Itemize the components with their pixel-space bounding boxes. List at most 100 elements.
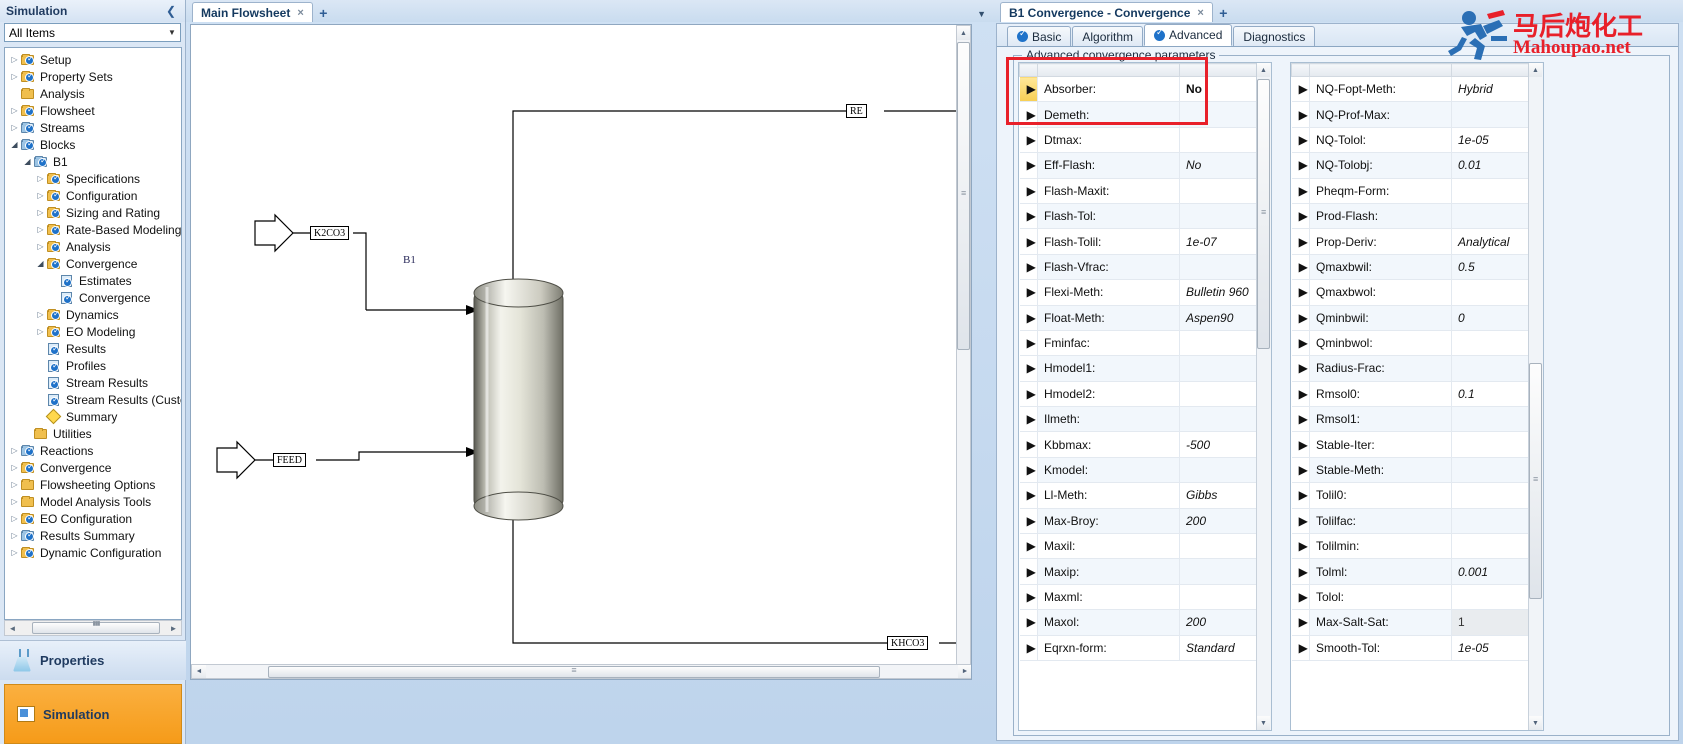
row-selector-icon[interactable]: ▶ bbox=[1019, 482, 1038, 509]
row-selector-icon[interactable]: ▶ bbox=[1291, 330, 1310, 357]
row-selector-icon[interactable]: ▶ bbox=[1291, 279, 1310, 306]
stream-label-khco3[interactable]: KHCO3 bbox=[887, 636, 929, 650]
parameter-value[interactable] bbox=[1451, 431, 1530, 458]
parameter-value[interactable] bbox=[1451, 482, 1530, 509]
chevron-down-icon[interactable]: ▼ bbox=[164, 28, 180, 37]
parameter-value[interactable]: Analytical bbox=[1451, 228, 1530, 255]
stream-label-k2co3[interactable]: K2CO3 bbox=[310, 226, 350, 240]
table-row[interactable]: ▶ Ilmeth: bbox=[1019, 406, 1258, 433]
row-selector-icon[interactable]: ▶ bbox=[1019, 635, 1038, 661]
row-selector-icon[interactable]: ▶ bbox=[1291, 355, 1310, 382]
table-row[interactable]: ▶ Dtmax: bbox=[1019, 127, 1258, 154]
tree-item-configuration[interactable]: ▷ Configuration bbox=[5, 187, 181, 204]
tree-expander-icon[interactable]: ▷ bbox=[35, 310, 46, 319]
right-table-scrollbar[interactable]: ▲ ▼ bbox=[1528, 63, 1543, 730]
parameter-value[interactable] bbox=[1179, 381, 1258, 408]
row-selector-icon[interactable]: ▶ bbox=[1019, 228, 1038, 255]
parameter-value[interactable] bbox=[1451, 457, 1530, 484]
row-selector-icon[interactable]: ▶ bbox=[1019, 609, 1038, 636]
parameter-value[interactable]: -500 bbox=[1179, 431, 1258, 458]
parameter-value[interactable]: 0.01 bbox=[1451, 152, 1530, 179]
tree-item-stream-results-custor[interactable]: Stream Results (Custor bbox=[5, 391, 181, 408]
table-row[interactable]: ▶ Prod-Flash: bbox=[1291, 203, 1530, 230]
parameter-value[interactable]: 1e-05 bbox=[1451, 127, 1530, 154]
tree-item-blocks[interactable]: ◢ Blocks bbox=[5, 136, 181, 153]
table-row[interactable]: ▶ Kbbmax: -500 bbox=[1019, 431, 1258, 458]
parameter-value[interactable] bbox=[1179, 127, 1258, 154]
scroll-down-icon-left-table[interactable]: ▼ bbox=[1257, 716, 1270, 730]
table-row[interactable]: ▶ Fminfac: bbox=[1019, 330, 1258, 357]
table-row[interactable]: ▶ Max-Salt-Sat: 1 bbox=[1291, 609, 1530, 636]
table-row[interactable]: ▶ Maxil: bbox=[1019, 533, 1258, 560]
tree-item-estimates[interactable]: Estimates bbox=[5, 272, 181, 289]
parameter-value[interactable] bbox=[1179, 254, 1258, 281]
parameter-value[interactable] bbox=[1179, 330, 1258, 357]
tree-item-streams[interactable]: ▷ Streams bbox=[5, 119, 181, 136]
table-row[interactable]: ▶ Tolilfac: bbox=[1291, 508, 1530, 535]
tree-expander-icon[interactable]: ▷ bbox=[35, 225, 46, 234]
table-row[interactable]: ▶ Ll-Meth: Gibbs bbox=[1019, 482, 1258, 509]
row-selector-icon[interactable]: ▶ bbox=[1291, 254, 1310, 281]
tree-expander-icon[interactable]: ▷ bbox=[35, 242, 46, 251]
stream-label-re[interactable]: RE bbox=[846, 104, 867, 118]
row-selector-icon[interactable]: ▶ bbox=[1019, 355, 1038, 382]
table-row[interactable]: ▶ Flash-Vfrac: bbox=[1019, 254, 1258, 281]
parameter-value[interactable]: Aspen90 bbox=[1179, 305, 1258, 331]
tree-expander-icon[interactable]: ◢ bbox=[35, 259, 46, 268]
tree-item-b1[interactable]: ◢ B1 bbox=[5, 153, 181, 170]
scroll-up-icon-left-table[interactable]: ▲ bbox=[1257, 63, 1270, 77]
tree-item-utilities[interactable]: Utilities bbox=[5, 425, 181, 442]
row-selector-icon[interactable]: ▶ bbox=[1291, 406, 1310, 433]
tab-overflow-icon[interactable]: ▼ bbox=[977, 9, 986, 19]
table-row[interactable]: ▶ Eqrxn-form: Standard bbox=[1019, 635, 1258, 661]
table-row[interactable]: ▶ Flash-Maxit: bbox=[1019, 178, 1258, 204]
scroll-left-icon[interactable]: ◄ bbox=[5, 624, 20, 633]
row-selector-icon[interactable]: ▶ bbox=[1291, 558, 1310, 585]
row-selector-icon[interactable]: ▶ bbox=[1019, 558, 1038, 585]
parameter-value[interactable] bbox=[1179, 101, 1258, 128]
nav-button-properties[interactable]: Properties bbox=[0, 640, 186, 680]
tree-item-analysis[interactable]: Analysis bbox=[5, 85, 181, 102]
table-row[interactable]: ▶ Stable-Meth: bbox=[1291, 457, 1530, 484]
table-row[interactable]: ▶ Rmsol1: bbox=[1291, 406, 1530, 433]
flowsheet-canvas[interactable]: K2CO3 FEED RE KHCO3 B1 ▲ ▼ ◄ ► bbox=[190, 24, 972, 680]
table-row[interactable]: ▶ Qmaxbwol: bbox=[1291, 279, 1530, 306]
table-row[interactable]: ▶ Qminbwol: bbox=[1291, 330, 1530, 357]
parameter-value[interactable]: No bbox=[1179, 76, 1258, 103]
parameter-value[interactable] bbox=[1451, 355, 1530, 382]
tree-item-reactions[interactable]: ▷ Reactions bbox=[5, 442, 181, 459]
tree-expander-icon[interactable]: ▷ bbox=[9, 55, 20, 64]
tree-expander-icon[interactable]: ▷ bbox=[35, 208, 46, 217]
parameter-value[interactable]: 0.1 bbox=[1451, 381, 1530, 408]
tab-algorithm[interactable]: Algorithm bbox=[1072, 26, 1144, 46]
table-row[interactable]: ▶ Eff-Flash: No bbox=[1019, 152, 1258, 179]
tree-expander-icon[interactable]: ▷ bbox=[9, 463, 20, 472]
table-row[interactable]: ▶ NQ-Fopt-Meth: Hybrid bbox=[1291, 76, 1530, 103]
table-row[interactable]: ▶ Qmaxbwil: 0.5 bbox=[1291, 254, 1530, 281]
parameter-value[interactable]: 1e-07 bbox=[1179, 228, 1258, 255]
table-row[interactable]: ▶ Flash-Tol: bbox=[1019, 203, 1258, 230]
row-selector-icon[interactable]: ▶ bbox=[1019, 584, 1038, 611]
tree-item-stream-results[interactable]: Stream Results bbox=[5, 374, 181, 391]
table-row[interactable]: ▶ Maxol: 200 bbox=[1019, 609, 1258, 636]
tree-item-model-analysis-tools[interactable]: ▷ Model Analysis Tools bbox=[5, 493, 181, 510]
tree-expander-icon[interactable]: ▷ bbox=[9, 106, 20, 115]
row-selector-icon[interactable]: ▶ bbox=[1291, 609, 1310, 636]
all-items-filter-combo[interactable]: All Items ▼ bbox=[4, 23, 181, 42]
table-row[interactable]: ▶ Tolol: bbox=[1291, 584, 1530, 611]
row-selector-icon[interactable]: ▶ bbox=[1291, 178, 1310, 204]
tree-horizontal-scrollbar[interactable]: ◄ ► bbox=[4, 620, 182, 636]
tree-item-rate-based-modeling[interactable]: ▷ Rate-Based Modeling bbox=[5, 221, 181, 238]
parameter-value[interactable] bbox=[1451, 508, 1530, 535]
tab-diagnostics[interactable]: Diagnostics bbox=[1233, 26, 1316, 46]
tree-item-convergence[interactable]: ◢ Convergence bbox=[5, 255, 181, 272]
parameter-value[interactable] bbox=[1179, 406, 1258, 433]
table-row[interactable]: ▶ Smooth-Tol: 1e-05 bbox=[1291, 635, 1530, 661]
collapse-panel-icon[interactable]: ❮ bbox=[163, 4, 179, 18]
scroll-track[interactable] bbox=[20, 621, 166, 635]
row-selector-icon[interactable]: ▶ bbox=[1019, 305, 1038, 331]
new-tab-button-right[interactable]: + bbox=[1215, 4, 1232, 22]
row-selector-icon[interactable]: ▶ bbox=[1291, 508, 1310, 535]
table-row[interactable]: ▶ NQ-Tolobj: 0.01 bbox=[1291, 152, 1530, 179]
scroll-thumb-left-table[interactable] bbox=[1257, 79, 1270, 349]
